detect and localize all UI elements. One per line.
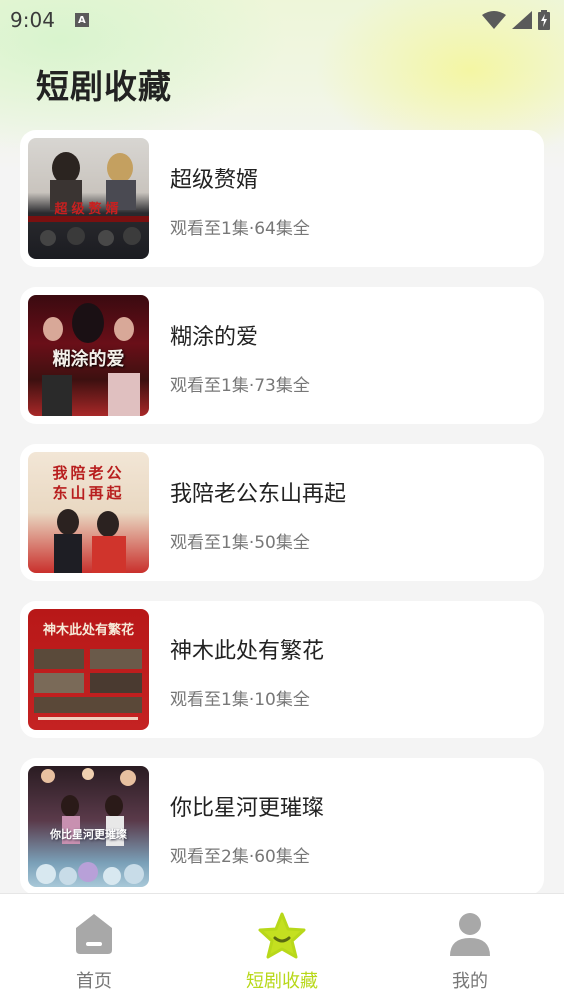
wifi-icon <box>482 11 506 29</box>
watch-progress: 观看至1集·73集全 <box>170 376 310 396</box>
watch-progress: 观看至1集·50集全 <box>170 533 310 553</box>
nav-tab-favorites[interactable]: 短剧收藏 <box>188 894 376 1005</box>
notification-a-icon: A <box>74 13 89 27</box>
nav-tab-mine[interactable]: 我的 <box>376 894 564 1005</box>
watch-progress: 观看至1集·64集全 <box>170 219 310 239</box>
drama-title: 糊涂的爱 <box>170 325 259 350</box>
poster-image: 你比星河更璀璨 <box>28 766 149 887</box>
favorite-card[interactable]: 超级赘婿 超级赘婿 观看至1集·64集全 <box>20 130 544 267</box>
bottom-navigation: 首页 短剧收藏 我的 <box>0 893 564 1005</box>
user-icon <box>450 913 490 956</box>
nav-tab-home[interactable]: 首页 <box>0 894 188 1005</box>
favorite-card[interactable]: 你比星河更璀璨 你比星河更璀璨 观看至2集·60集全 <box>20 758 544 895</box>
favorite-card[interactable]: 我陪老公 东山再起 我陪老公东山再起 观看至1集·50集全 <box>20 444 544 581</box>
nav-label-mine: 我的 <box>452 971 488 992</box>
battery-icon <box>538 10 550 30</box>
poster-title-line1: 我陪老公 <box>52 464 125 482</box>
poster-image: 糊涂的爱 <box>28 295 149 416</box>
drama-title: 我陪老公东山再起 <box>170 482 347 507</box>
poster-title-text: 神木此处有繁花 <box>42 623 134 638</box>
poster-image: 我陪老公 东山再起 <box>28 452 149 573</box>
poster-title-text: 超级赘婿 <box>54 202 123 217</box>
drama-title: 神木此处有繁花 <box>170 639 325 664</box>
home-icon <box>76 914 112 954</box>
drama-title: 你比星河更璀璨 <box>170 796 325 821</box>
nav-label-favorites: 短剧收藏 <box>246 971 318 992</box>
watch-progress: 观看至1集·10集全 <box>170 690 310 710</box>
status-time: 9:04 <box>10 8 55 32</box>
favorite-card[interactable]: 糊涂的爱 糊涂的爱 观看至1集·73集全 <box>20 287 544 424</box>
nav-label-home: 首页 <box>76 971 112 992</box>
drama-title: 超级赘婿 <box>170 168 259 193</box>
signal-icon <box>512 11 532 29</box>
page-title: 短剧收藏 <box>36 67 172 106</box>
poster-image: 神木此处有繁花 <box>28 609 149 730</box>
poster-title-text: 糊涂的爱 <box>52 349 125 370</box>
poster-title-line2: 东山再起 <box>52 484 125 502</box>
star-icon <box>258 912 306 959</box>
status-bar: 9:04 A <box>0 0 564 40</box>
favorite-card[interactable]: 神木此处有繁花 神木此处有繁花 观看至1集·10集全 <box>20 601 544 738</box>
watch-progress: 观看至2集·60集全 <box>170 847 310 867</box>
poster-image: 超级赘婿 <box>28 138 149 259</box>
poster-title-text: 你比星河更璀璨 <box>50 828 127 841</box>
